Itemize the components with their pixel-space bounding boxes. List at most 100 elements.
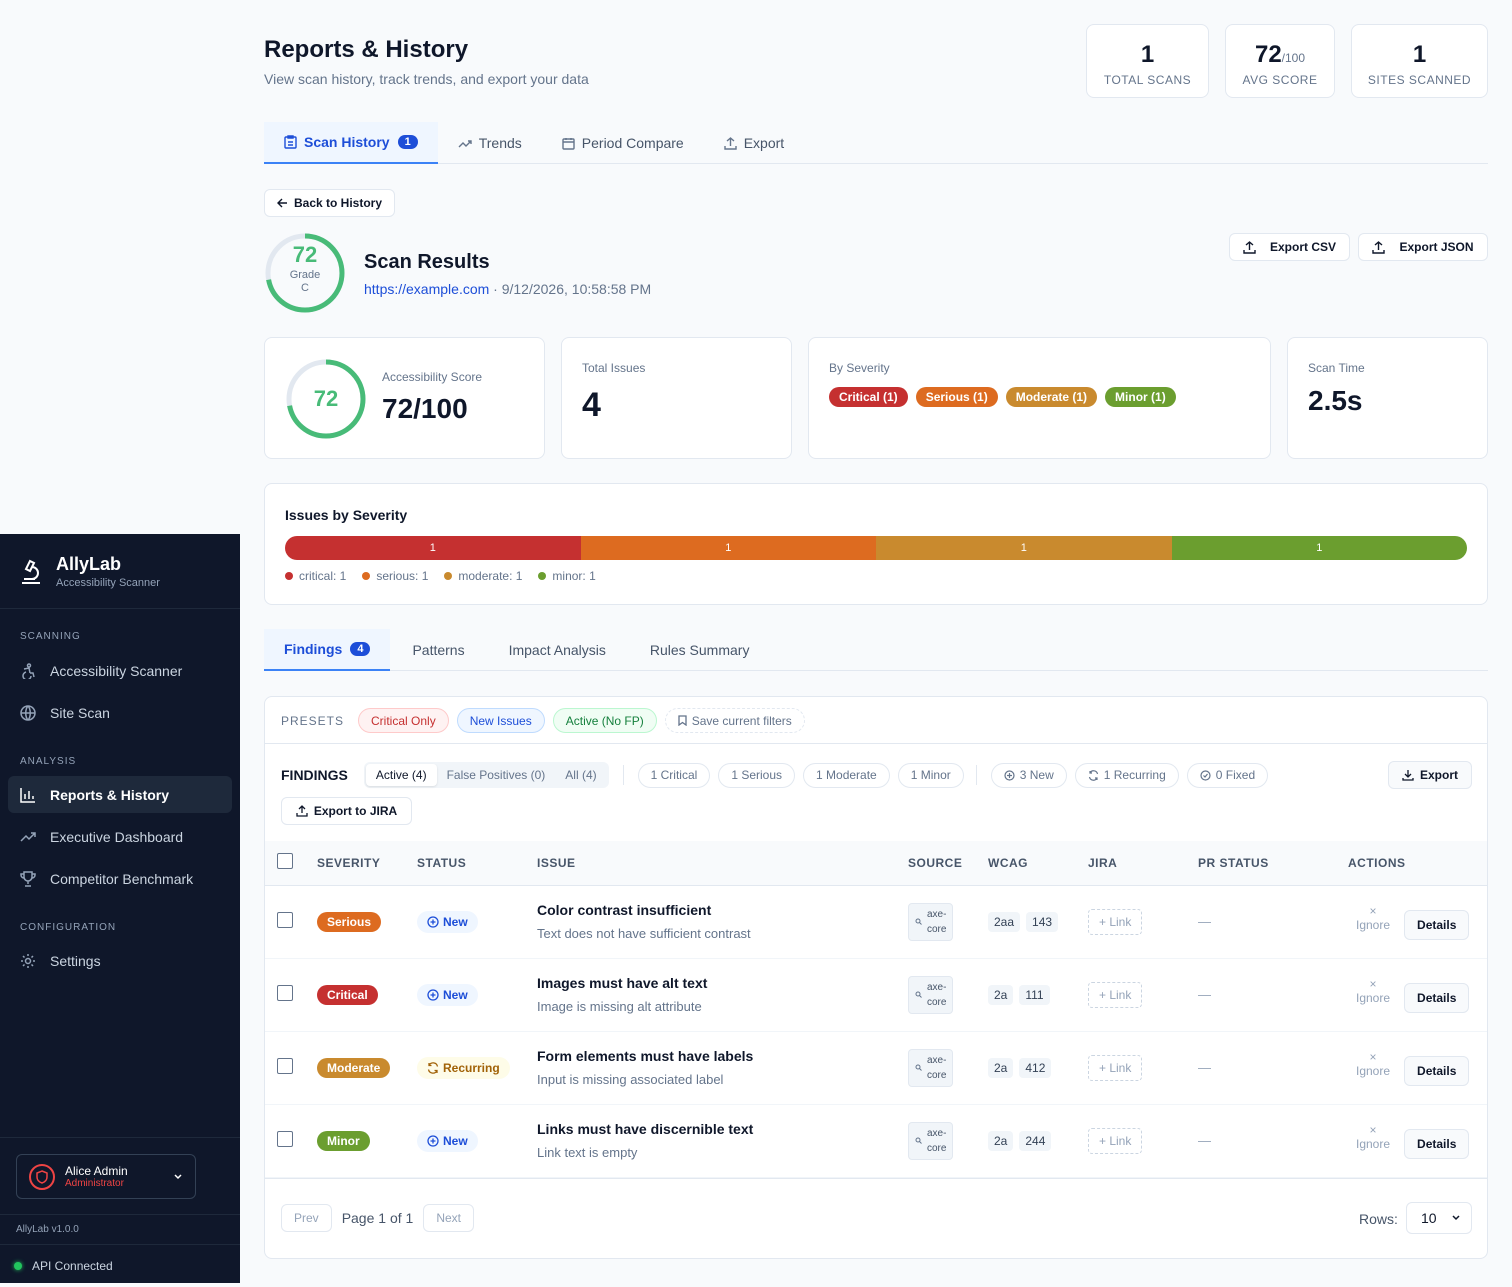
row-checkbox[interactable] (277, 1131, 293, 1147)
bookmark-icon (678, 715, 687, 726)
next-button[interactable]: Next (423, 1204, 474, 1232)
nav-site-scan[interactable]: Site Scan (8, 694, 232, 731)
card-value: 2.5s (1308, 385, 1363, 416)
brand[interactable]: AllyLab Accessibility Scanner (0, 534, 240, 609)
preset-critical-only[interactable]: Critical Only (358, 708, 449, 733)
export-json-button[interactable]: Export JSON (1358, 233, 1488, 261)
status-badge: New (417, 1129, 478, 1152)
col-status[interactable]: STATUS (417, 841, 537, 886)
nav-executive-dashboard[interactable]: Executive Dashboard (8, 818, 232, 855)
col-jira[interactable]: JIRA (1088, 841, 1198, 886)
details-button[interactable]: Details (1404, 1128, 1470, 1159)
upload-icon (1372, 240, 1386, 254)
col-severity[interactable]: SEVERITY (317, 841, 417, 886)
pr-status: — (1198, 1133, 1211, 1148)
tab-trends[interactable]: Trends (438, 122, 542, 164)
tab-patterns[interactable]: Patterns (390, 629, 486, 671)
ignore-button[interactable]: × Ignore (1356, 1123, 1390, 1151)
preset-active-no-fp[interactable]: Active (No FP) (552, 708, 657, 733)
chip-critical[interactable]: 1 Critical (637, 762, 711, 788)
ignore-button[interactable]: × Ignore (1356, 904, 1390, 932)
col-source[interactable]: SOURCE (908, 841, 988, 886)
chip-recurring[interactable]: 1 Recurring (1074, 762, 1179, 788)
nav-reports-history[interactable]: Reports & History (8, 776, 232, 813)
status-badge: Recurring (417, 1056, 510, 1079)
col-pr-status[interactable]: PR STATUS (1198, 841, 1348, 886)
segment-active[interactable]: Active (4) (365, 764, 437, 786)
calendar-icon (562, 137, 575, 150)
issue-title[interactable]: Links must have discernible text (537, 1121, 908, 1137)
wcag-cell: 2a 244 (988, 1104, 1088, 1178)
source-label: axe-core (927, 1126, 946, 1156)
preset-new-issues[interactable]: New Issues (456, 708, 545, 733)
ignore-button[interactable]: × Ignore (1356, 977, 1390, 1005)
col-wcag[interactable]: WCAG (988, 841, 1088, 886)
scan-url[interactable]: https://example.com (364, 281, 489, 297)
actions-cell: × Ignore Details (1348, 1031, 1487, 1105)
source-line: axe- (927, 908, 947, 920)
jira-link-button[interactable]: + Link (1088, 1054, 1143, 1081)
issue-title[interactable]: Color contrast insufficient (537, 902, 908, 918)
export-csv-button[interactable]: Export CSV (1229, 233, 1350, 261)
pr-status: — (1198, 914, 1211, 929)
jira-link-button[interactable]: + Link (1088, 908, 1143, 935)
pagination: Prev Page 1 of 1 Next (281, 1204, 474, 1232)
presets-label: PRESETS (281, 713, 345, 728)
tab-scan-history[interactable]: Scan History 1 (264, 122, 438, 164)
divider (265, 1178, 1487, 1179)
jira-cell: + Link (1088, 958, 1198, 1032)
segment-false-positives[interactable]: False Positives (0) (437, 764, 556, 786)
nav-settings[interactable]: Settings (8, 942, 232, 979)
tab-rules-summary[interactable]: Rules Summary (628, 629, 772, 671)
details-button[interactable]: Details (1404, 909, 1470, 940)
tab-label: Trends (478, 135, 522, 151)
user-menu[interactable]: Alice Admin Administrator (16, 1154, 196, 1199)
row-checkbox[interactable] (277, 985, 293, 1001)
chip-minor[interactable]: 1 Minor (897, 762, 964, 788)
tab-period-compare[interactable]: Period Compare (542, 122, 704, 164)
button-label: Export JSON (1399, 240, 1474, 254)
details-button[interactable]: Details (1404, 1055, 1470, 1086)
button-label: Export CSV (1269, 240, 1336, 254)
select-all-checkbox[interactable] (277, 853, 293, 870)
issue-title[interactable]: Form elements must have labels (537, 1048, 908, 1064)
grade-letter: C (301, 282, 309, 294)
chip-fixed[interactable]: 0 Fixed (1186, 762, 1269, 788)
back-to-history-button[interactable]: Back to History (264, 189, 395, 217)
col-issue[interactable]: ISSUE (537, 841, 908, 886)
tab-export[interactable]: Export (704, 122, 804, 164)
actions-cell: × Ignore Details (1348, 1104, 1487, 1178)
chip-moderate[interactable]: 1 Moderate (803, 762, 890, 788)
rows-per-page-select[interactable]: 10 (1406, 1202, 1472, 1234)
severity-cell: Minor (317, 1104, 417, 1178)
tab-findings[interactable]: Findings 4 (264, 629, 391, 671)
export-findings-button[interactable]: Export (1388, 761, 1472, 789)
select-all-cell (265, 841, 317, 886)
nav-competitor-benchmark[interactable]: Competitor Benchmark (8, 860, 232, 897)
details-button[interactable]: Details (1404, 982, 1470, 1013)
row-checkbox[interactable] (277, 912, 293, 928)
jira-link-button[interactable]: + Link (1088, 1127, 1143, 1154)
prev-button[interactable]: Prev (281, 1204, 332, 1232)
export-to-jira-button[interactable]: Export to JIRA (281, 797, 412, 825)
ignore-button[interactable]: × Ignore (1356, 1050, 1390, 1078)
grade-label: Grade (289, 269, 321, 281)
source-line: axe- (927, 981, 947, 993)
chip-new[interactable]: 3 New (990, 762, 1067, 788)
jira-link-button[interactable]: + Link (1088, 981, 1143, 1008)
gear-icon (21, 953, 35, 968)
source-line: core (927, 1069, 947, 1081)
ignore-label: Ignore (1356, 1136, 1391, 1151)
tab-badge: 4 (350, 642, 371, 656)
pill-critical: Critical (1) (829, 387, 908, 407)
chip-serious[interactable]: 1 Serious (718, 762, 796, 788)
issue-title[interactable]: Images must have alt text (537, 975, 908, 991)
tab-impact-analysis[interactable]: Impact Analysis (487, 629, 628, 671)
segment-all[interactable]: All (4) (555, 764, 606, 786)
chip-label: Save current filters (691, 713, 792, 728)
row-checkbox[interactable] (277, 1058, 293, 1074)
nav-label: Accessibility Scanner (50, 662, 183, 679)
card-label: Accessibility Score (382, 370, 483, 384)
save-filters-button[interactable]: Save current filters (664, 708, 805, 733)
nav-accessibility-scanner[interactable]: Accessibility Scanner (8, 652, 232, 689)
